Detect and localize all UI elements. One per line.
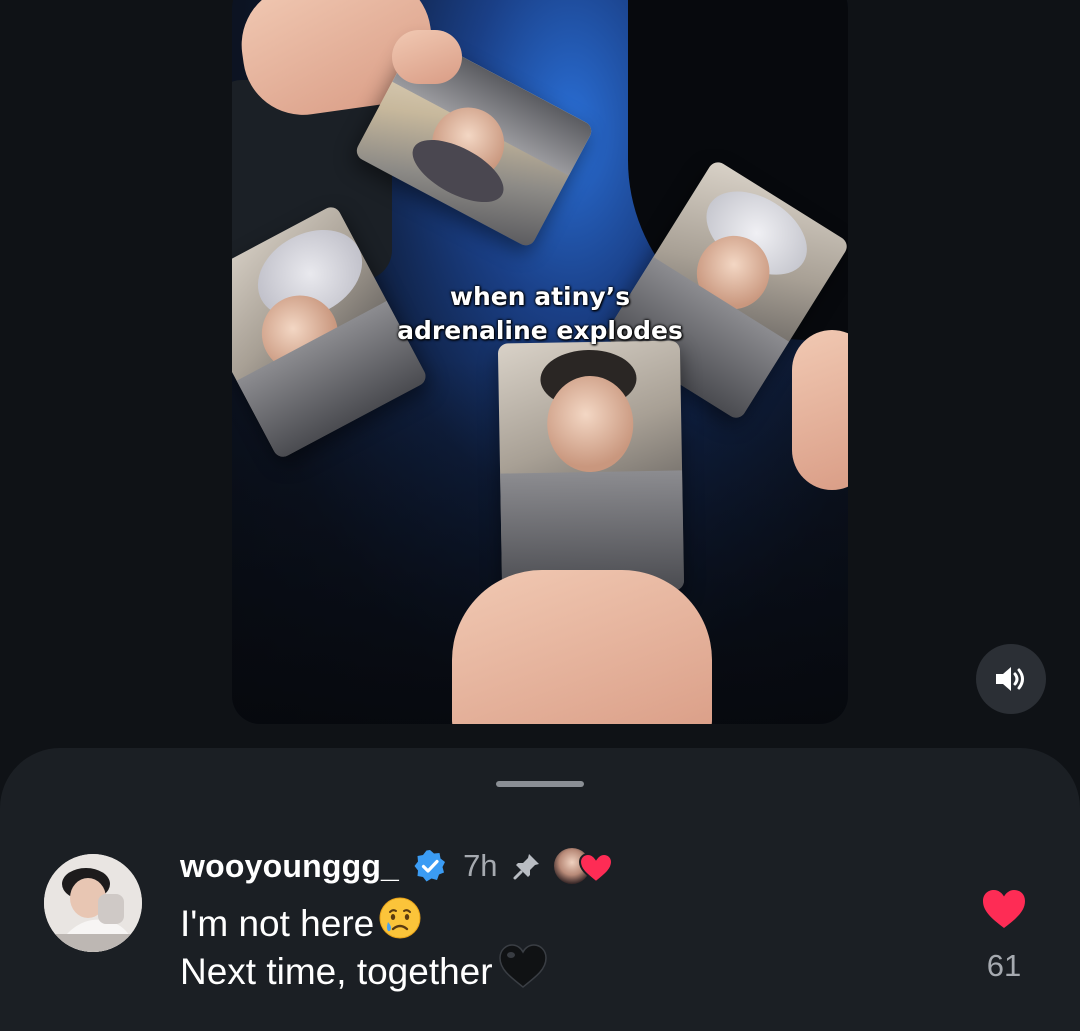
verified-badge-icon [414, 850, 446, 882]
like-count: 61 [986, 948, 1022, 983]
comment-timestamp: 7h [463, 848, 498, 883]
speaker-on-icon [996, 667, 1024, 691]
black-heart-emoji [497, 942, 549, 1002]
hand-image [452, 570, 712, 724]
video-caption: when atiny’s adrenaline explodes [232, 280, 848, 348]
creator-liked-badge [551, 846, 614, 886]
caption-line: adrenaline explodes [397, 316, 683, 345]
creator-liked-heart-icon [578, 852, 613, 884]
sheet-drag-handle[interactable] [496, 781, 584, 787]
screen: when atiny’s adrenaline explodes wooyoun… [0, 0, 1080, 1031]
black-heart-icon [498, 944, 547, 988]
comment-text-line: Next time, together [180, 951, 493, 992]
crying-face-emoji [378, 896, 422, 952]
avatar[interactable] [44, 854, 142, 952]
comment-header: wooyounggg_ 7h [180, 846, 614, 886]
comment-text-line: I'm not here [180, 903, 375, 944]
caption-line: when atiny’s [449, 282, 631, 311]
comments-sheet: wooyounggg_ 7h I'm not here Next time, t… [0, 748, 1080, 1031]
hand-image [392, 30, 462, 84]
comment-body: I'm not here Next time, together [180, 897, 549, 996]
avatar-photo [44, 854, 142, 952]
comment-like-control[interactable]: 61 [978, 888, 1030, 984]
video-player[interactable]: when atiny’s adrenaline explodes [232, 0, 848, 724]
hand-image [792, 330, 848, 490]
heart-icon[interactable] [981, 888, 1027, 930]
comment-username[interactable]: wooyounggg_ [180, 848, 399, 885]
sound-toggle-button[interactable] [976, 644, 1046, 714]
crying-face-icon [379, 897, 421, 939]
pin-icon [513, 854, 539, 880]
photocard-image [497, 340, 685, 594]
